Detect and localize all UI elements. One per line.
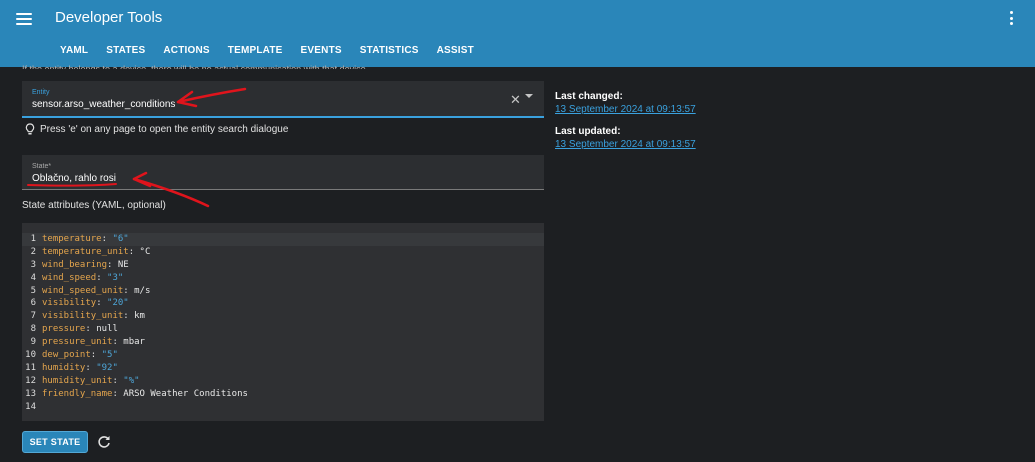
line-number: 6 (30, 298, 36, 309)
tab-actions[interactable]: ACTIONS (163, 45, 209, 56)
line-number: 3 (30, 259, 36, 270)
entity-value: sensor.arso_weather_conditions (32, 99, 176, 110)
attributes-label: State attributes (YAML, optional) (22, 200, 166, 211)
code-line: 3 wind_bearing: NE (22, 259, 544, 272)
code-line: 6 visibility: "20" (22, 297, 544, 310)
tab-statistics[interactable]: STATISTICS (360, 45, 419, 56)
yaml-key: visibility (42, 298, 97, 309)
line-number: 4 (30, 272, 36, 283)
yaml-key: wind_speed_unit (42, 285, 124, 296)
line-number: 13 (25, 388, 36, 399)
last-updated-label: Last updated: (555, 126, 621, 137)
line-number: 12 (25, 375, 36, 386)
code-line: 5 wind_speed_unit: m/s (22, 285, 544, 298)
yaml-value: ARSO Weather Conditions (123, 388, 248, 399)
yaml-value: °C (139, 246, 151, 257)
code-line: 8 pressure: null (22, 323, 544, 336)
yaml-value: km (134, 311, 145, 322)
yaml-value: "3" (107, 272, 124, 283)
line-number: 2 (30, 246, 36, 257)
tab-bar: YAML STATES ACTIONS TEMPLATE EVENTS STAT… (60, 45, 492, 56)
last-changed-value[interactable]: 13 September 2024 at 09:13:57 (555, 104, 696, 115)
code-line: 10 dew_point: "5" (22, 349, 544, 362)
code-line: 2 temperature_unit: °C (22, 246, 544, 259)
yaml-key: friendly_name (42, 388, 113, 399)
code-line: 1 temperature: "6" (22, 233, 544, 246)
line-number: 10 (25, 350, 36, 361)
state-label: State* (32, 163, 52, 170)
line-number: 14 (25, 401, 36, 412)
code-lines: 1 temperature: "6" 2 temperature_unit: °C 3 w… (22, 233, 544, 413)
refresh-icon[interactable] (96, 434, 112, 450)
hint-text: Press 'e' on any page to open the entity… (40, 124, 289, 135)
tab-states[interactable]: STATES (106, 45, 145, 56)
set-state-button[interactable]: SET STATE (22, 431, 88, 453)
close-icon[interactable]: ✕ (510, 92, 521, 108)
yaml-value: NE (117, 259, 129, 270)
yaml-key: humidity (42, 362, 86, 373)
yaml-value: "20" (107, 298, 129, 309)
yaml-value: m/s (134, 285, 151, 296)
last-updated-value[interactable]: 13 September 2024 at 09:13:57 (555, 139, 696, 150)
chevron-down-icon[interactable] (525, 94, 533, 98)
entity-search-hint: Press 'e' on any page to open the entity… (25, 123, 288, 136)
line-number: 11 (25, 362, 36, 373)
yaml-key: temperature_unit (42, 246, 129, 257)
yaml-value: mbar (123, 337, 145, 348)
yaml-key: pressure_unit (42, 337, 113, 348)
line-number: 9 (30, 337, 36, 348)
code-line: 13 friendly_name: ARSO Weather Conditions (22, 388, 544, 401)
app-title: Developer Tools (55, 9, 163, 26)
line-number: 5 (30, 285, 36, 296)
yaml-value: "6" (112, 234, 129, 244)
tab-template[interactable]: TEMPLATE (228, 45, 283, 56)
state-value: Oblačno, rahlo rosi (32, 173, 116, 184)
lightbulb-icon (25, 123, 35, 135)
last-changed-label: Last changed: (555, 91, 623, 102)
tab-assist[interactable]: ASSIST (437, 45, 474, 56)
entity-picker[interactable]: Entity sensor.arso_weather_conditions ✕ (22, 81, 544, 118)
yaml-key: temperature (42, 234, 102, 244)
yaml-value: "92" (96, 362, 118, 373)
menu-icon[interactable] (16, 12, 32, 26)
tab-yaml[interactable]: YAML (60, 45, 88, 56)
tab-events[interactable]: EVENTS (301, 45, 342, 56)
code-line: 11 humidity: "92" (22, 362, 544, 375)
code-line: 14 (22, 401, 544, 414)
more-vert-icon[interactable] (1008, 11, 1014, 25)
yaml-key: pressure (42, 324, 86, 335)
yaml-key: dew_point (42, 350, 91, 361)
code-line: 4 wind_speed: "3" (22, 272, 544, 285)
yaml-value: "5" (101, 350, 118, 361)
code-line: 9 pressure_unit: mbar (22, 336, 544, 349)
yaml-editor[interactable]: 1 temperature: "6" 2 temperature_unit: °C 3 w… (22, 223, 544, 421)
line-number: 7 (30, 311, 36, 322)
line-number: 8 (30, 324, 36, 335)
state-field[interactable]: State* Oblačno, rahlo rosi (22, 155, 544, 190)
line-number: 1 (30, 234, 36, 244)
code-line: 7 visibility_unit: km (22, 310, 544, 323)
code-line: 12 humidity_unit: "%" (22, 375, 544, 388)
yaml-value: "%" (123, 375, 140, 386)
intro-text: If the entity belongs to a device, there… (22, 64, 369, 69)
entity-label: Entity (32, 89, 50, 96)
yaml-key: visibility_unit (42, 311, 124, 322)
yaml-key: humidity_unit (42, 375, 113, 386)
top-app-bar: Developer Tools YAML STATES ACTIONS TEMP… (0, 0, 1035, 67)
yaml-key: wind_speed (42, 272, 97, 283)
yaml-key: wind_bearing (42, 259, 108, 270)
yaml-value: null (96, 324, 118, 335)
